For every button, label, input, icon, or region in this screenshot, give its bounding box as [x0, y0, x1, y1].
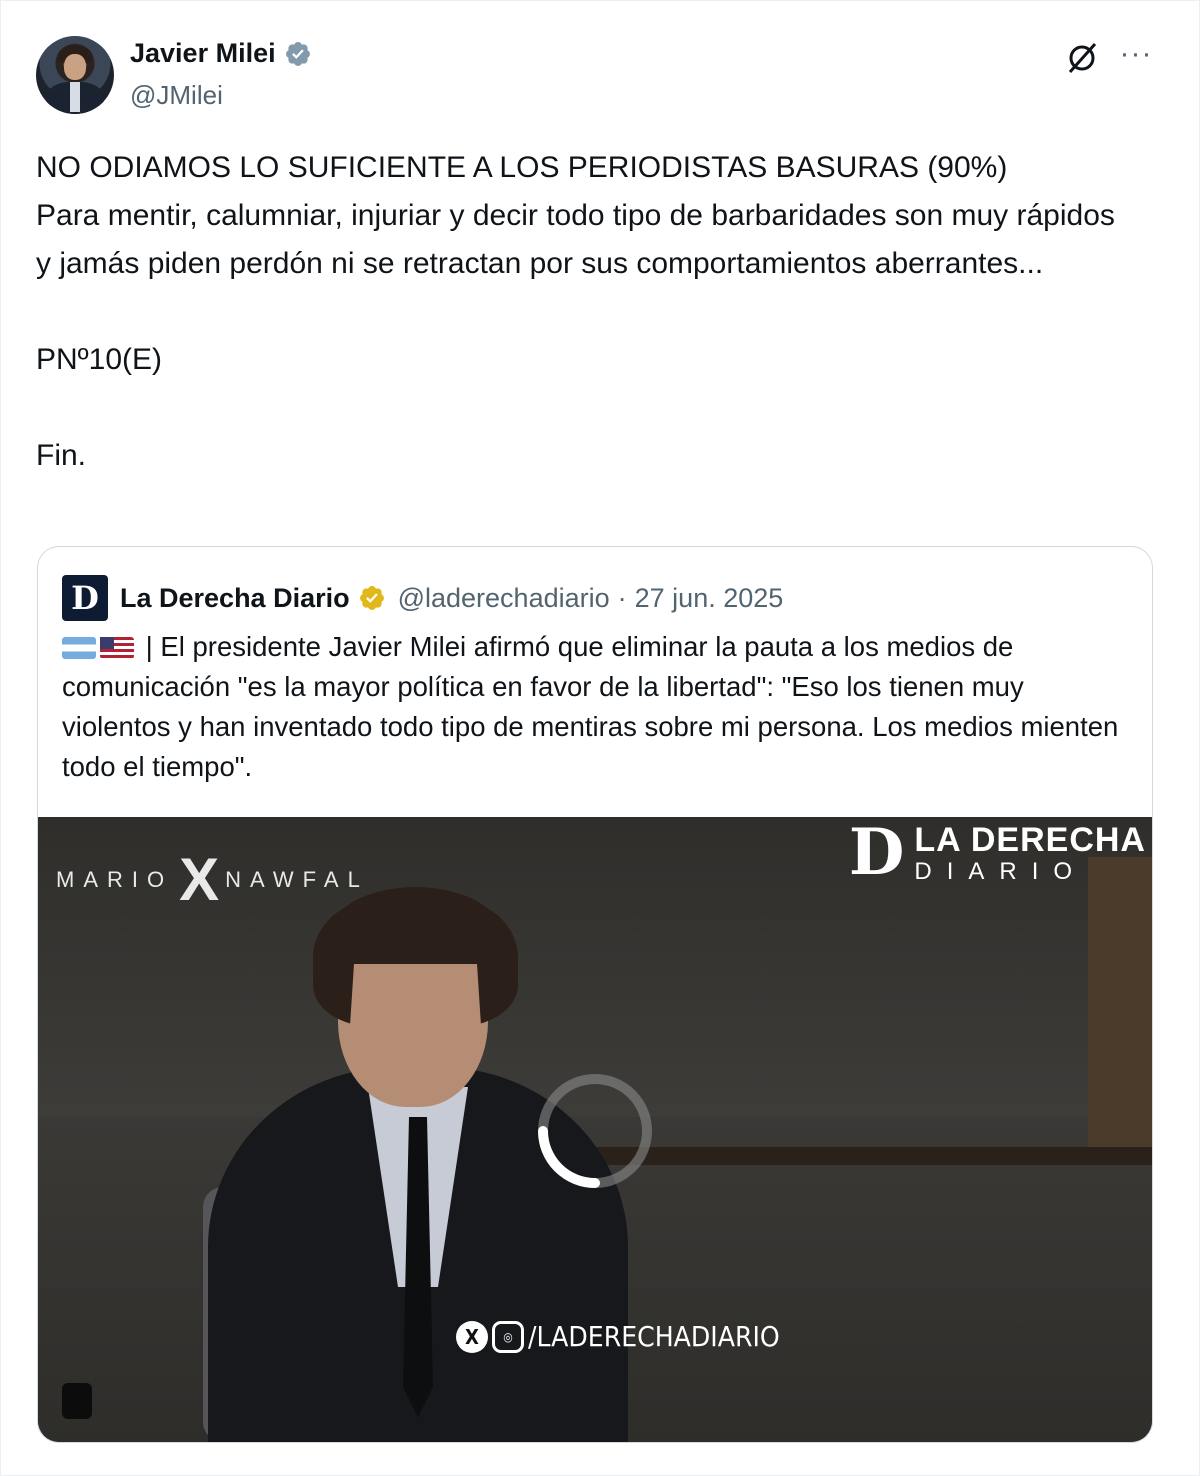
author-avatar[interactable]: [36, 36, 114, 114]
social-handle-watermark: X ◎ /LADERECHADIARIO: [456, 1320, 780, 1353]
author-handle[interactable]: @JMilei: [130, 80, 223, 111]
argentina-flag-icon: [62, 637, 96, 659]
loading-spinner-icon: [536, 1072, 654, 1190]
verified-gold-badge-icon: [358, 584, 386, 612]
quoted-post-text: | El presidente Javier Milei afirmó que …: [62, 627, 1134, 787]
la-derecha-diario-watermark: D LA DERECHA DIARIO: [848, 817, 1146, 890]
quoted-author-handle[interactable]: @laderechadiario: [398, 583, 610, 614]
mario-nawfal-watermark: MARIO X NAWFAL: [56, 846, 369, 913]
separator-dot: ·: [617, 582, 627, 613]
quoted-author-avatar[interactable]: D: [62, 575, 108, 621]
quoted-post-body: | El presidente Javier Milei afirmó que …: [62, 631, 1119, 782]
more-options-icon[interactable]: ···: [1118, 39, 1154, 76]
usa-flag-icon: [100, 637, 134, 659]
verified-badge-icon[interactable]: [284, 40, 312, 68]
grok-icon[interactable]: [1064, 40, 1100, 76]
video-player[interactable]: MARIO X NAWFAL D LA DERECHA DIARIO X ◎ /LA…: [38, 817, 1152, 1442]
quoted-author-name[interactable]: La Derecha Diario: [120, 583, 350, 614]
post-text: NO ODIAMOS LO SUFICIENTE A LOS PERIODIST…: [36, 151, 1115, 472]
quoted-post-header: D La Derecha Diario @laderechadiario · 2…: [62, 575, 783, 621]
x-logo-icon: X: [456, 1320, 488, 1353]
author-name-row: Javier Milei: [130, 38, 312, 69]
quoted-post-date[interactable]: 27 jun. 2025: [635, 583, 784, 614]
author-name[interactable]: Javier Milei: [130, 38, 276, 69]
media-corner-badge-icon: [62, 1383, 92, 1419]
social-handle-text: /LADERECHADIARIO: [528, 1320, 780, 1353]
quoted-post[interactable]: D La Derecha Diario @laderechadiario · 2…: [37, 546, 1153, 1443]
instagram-icon: ◎: [492, 1320, 524, 1353]
